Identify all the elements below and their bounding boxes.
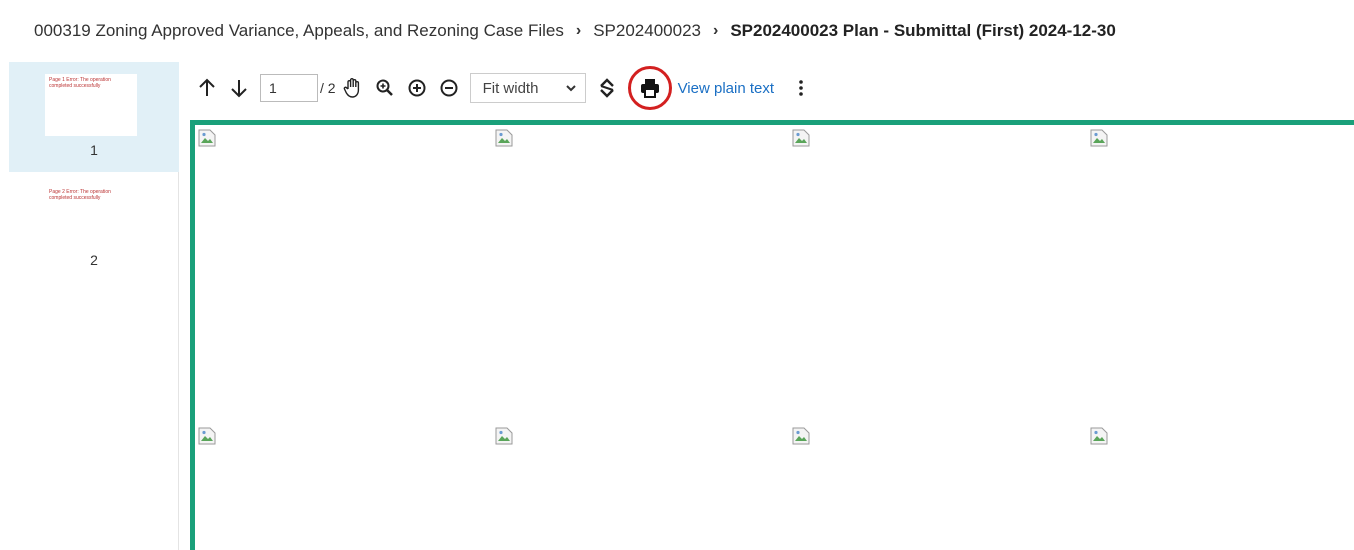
arrow-up-icon (199, 78, 215, 96)
rotate-icon (599, 78, 614, 98)
broken-image-icon (198, 129, 216, 147)
breadcrumb-item-case[interactable]: SP202400023 (593, 21, 701, 41)
thumbnail-preview-text: Page 2 Error: The operation completed su… (49, 189, 111, 201)
hand-pan-icon (343, 78, 359, 98)
zoom-in-button[interactable] (404, 73, 430, 103)
viewer-toolbar: / 2 Fit width View plain text (180, 62, 1354, 114)
thumbnail-page-number: 1 (90, 142, 98, 158)
thumbnail-page-number: 2 (90, 252, 98, 268)
breadcrumb-current: SP202400023 Plan - Submittal (First) 202… (730, 21, 1116, 40)
thumbnail-page-2[interactable]: Page 2 Error: The operation completed su… (9, 172, 179, 282)
thumbnail-page-1[interactable]: Page 1 Error: The operation completed su… (9, 62, 179, 172)
broken-image-icon (1090, 129, 1108, 147)
zoom-search-button[interactable] (372, 73, 398, 103)
more-options-button[interactable] (788, 73, 814, 103)
print-button[interactable] (627, 66, 672, 110)
zoom-in-icon (408, 79, 426, 97)
arrow-down-icon (231, 80, 247, 98)
next-page-button[interactable] (226, 73, 252, 103)
breadcrumb: 000319 Zoning Approved Variance, Appeals… (0, 0, 1354, 62)
document-viewport[interactable] (190, 120, 1354, 550)
rotate-button[interactable] (594, 73, 620, 103)
broken-image-icon (792, 129, 810, 147)
broken-image-icon (792, 427, 810, 445)
thumbnail-preview: Page 1 Error: The operation completed su… (45, 74, 137, 136)
thumbnail-sidebar: Page 1 Error: The operation completed su… (9, 62, 179, 550)
broken-image-icon (1090, 427, 1108, 445)
breadcrumb-separator: › (712, 22, 719, 39)
zoom-level-select[interactable]: Fit width (469, 73, 586, 103)
broken-image-icon (198, 427, 216, 445)
breadcrumb-separator: › (575, 22, 582, 39)
printer-icon (640, 79, 659, 98)
zoom-search-icon (376, 79, 393, 96)
zoom-out-button[interactable] (436, 73, 462, 103)
chevron-down-icon (565, 85, 576, 92)
more-vertical-icon (799, 80, 803, 96)
page-number-input[interactable] (260, 74, 318, 102)
pan-tool-button[interactable] (340, 73, 366, 103)
view-plain-text-link[interactable]: View plain text (678, 80, 774, 97)
thumbnail-preview-text: Page 1 Error: The operation completed su… (49, 77, 111, 89)
zoom-level-value: Fit width (482, 79, 539, 97)
previous-page-button[interactable] (194, 73, 220, 103)
breadcrumb-item-collection[interactable]: 000319 Zoning Approved Variance, Appeals… (34, 21, 564, 41)
broken-image-icon (495, 427, 513, 445)
zoom-out-icon (440, 79, 458, 97)
page-total: / 2 (320, 80, 336, 96)
broken-image-icon (495, 129, 513, 147)
thumbnail-preview: Page 2 Error: The operation completed su… (45, 186, 137, 248)
